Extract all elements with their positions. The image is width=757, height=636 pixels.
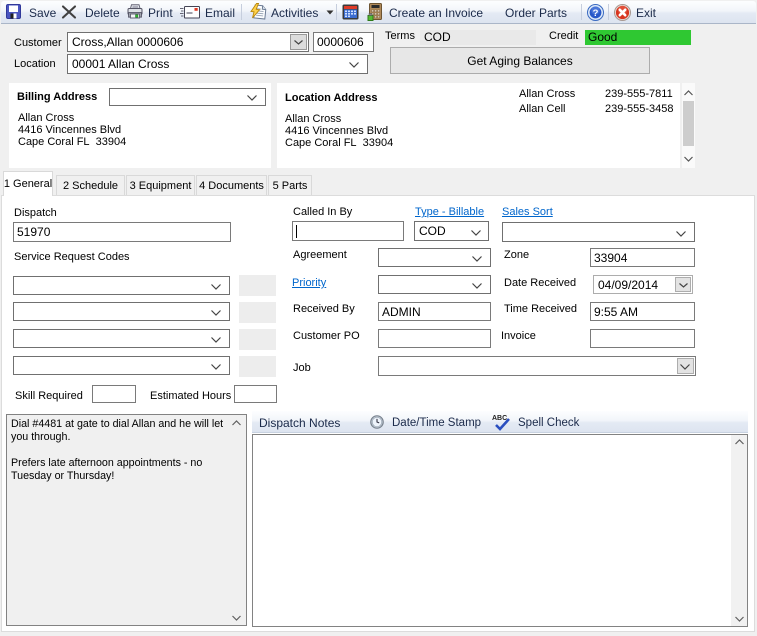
svg-text:ABC: ABC bbox=[492, 415, 507, 422]
svg-text:?: ? bbox=[593, 8, 599, 19]
